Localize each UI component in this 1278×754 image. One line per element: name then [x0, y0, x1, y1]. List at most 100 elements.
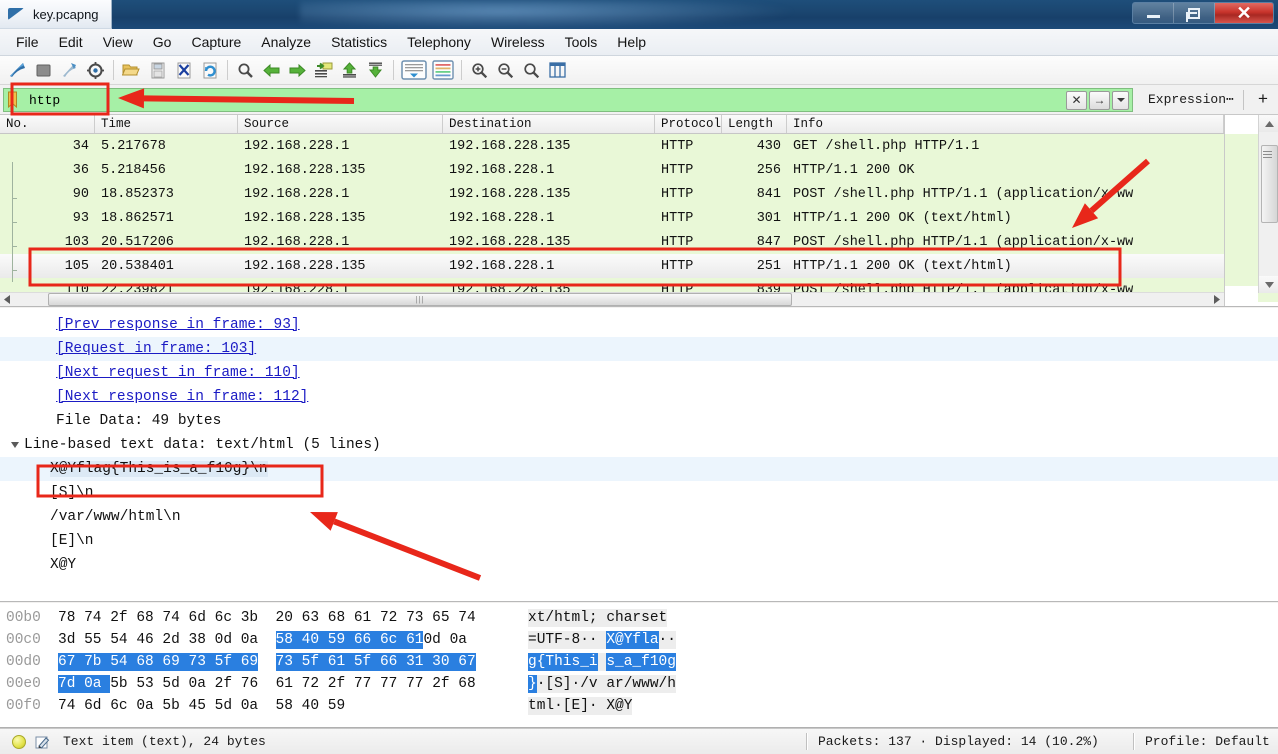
- menu-item-view[interactable]: View: [93, 31, 143, 53]
- detail-row[interactable]: [E]\n: [0, 529, 1278, 553]
- detail-row[interactable]: [S]\n: [0, 481, 1278, 505]
- scroll-down-icon[interactable]: [1259, 276, 1278, 293]
- stop-capture-icon[interactable]: [31, 58, 56, 83]
- packet-cell-time: 18.852373: [101, 186, 174, 202]
- start-capture-icon[interactable]: [5, 58, 30, 83]
- detail-row[interactable]: X@Y: [0, 553, 1278, 577]
- reload-file-icon[interactable]: [197, 58, 222, 83]
- capture-options-icon[interactable]: [83, 58, 108, 83]
- packet-row[interactable]: 90 18.852373 192.168.228.1 192.168.228.135 H…: [0, 182, 1278, 206]
- go-to-packet-icon[interactable]: [311, 58, 336, 83]
- column-header-info[interactable]: Info: [787, 115, 1224, 133]
- detail-row[interactable]: X@Yflag{This_is_a_f10g}\n: [0, 457, 1278, 481]
- display-filter-input[interactable]: [21, 89, 1066, 111]
- packet-row[interactable]: 105 20.538401 192.168.228.135 192.168.228.1…: [0, 254, 1278, 278]
- filter-expression-button[interactable]: Expression⋯: [1148, 92, 1234, 107]
- restart-capture-icon[interactable]: [57, 58, 82, 83]
- hex-row[interactable]: 00f0 74 6d 6c 0a 5b 45 5d 0a 58 40 59 tml·…: [0, 695, 1278, 717]
- add-filter-button[interactable]: +: [1258, 90, 1268, 108]
- packet-cell-protocol: HTTP: [661, 234, 694, 250]
- packet-cell-protocol: HTTP: [661, 210, 694, 226]
- hex-bytes: 78 74 2f 68 74 6d 6c 3b 20 63 68 61 72 7…: [58, 610, 528, 626]
- maximize-button[interactable]: [1174, 3, 1215, 23]
- save-file-icon[interactable]: [145, 58, 170, 83]
- packet-cell-source: 192.168.228.135: [244, 258, 366, 274]
- menu-item-go[interactable]: Go: [143, 31, 182, 53]
- hscroll-thumb[interactable]: |||: [48, 293, 792, 306]
- detail-row[interactable]: [Prev response in frame: 93]: [0, 313, 1278, 337]
- column-header-destination[interactable]: Destination: [443, 115, 655, 133]
- menu-item-capture[interactable]: Capture: [181, 31, 251, 53]
- scroll-left-icon[interactable]: [0, 293, 14, 306]
- column-header-protocol[interactable]: Protocol: [655, 115, 722, 133]
- status-bar: Text item (text), 24 bytes Packets: 137 …: [0, 728, 1278, 754]
- zoom-out-icon[interactable]: [493, 58, 518, 83]
- detail-row[interactable]: [Request in frame: 103]: [0, 337, 1278, 361]
- status-packet-counts: Packets: 137 · Displayed: 14 (10.2%): [818, 734, 1099, 749]
- detail-label: X@Yflag{This_is_a_f10g}\n: [50, 461, 268, 477]
- hex-ascii-group: xt/html;: [528, 609, 598, 627]
- go-forward-icon[interactable]: [285, 58, 310, 83]
- column-header-source[interactable]: Source: [238, 115, 443, 133]
- detail-label: File Data: 49 bytes: [56, 413, 222, 429]
- packet-cell-length: 430: [756, 138, 781, 154]
- hex-row[interactable]: 00c0 3d 55 54 46 2d 38 0d 0a 58 40 59 66 …: [0, 629, 1278, 651]
- detail-row[interactable]: /var/www/html\n: [0, 505, 1278, 529]
- go-first-packet-icon[interactable]: [337, 58, 362, 83]
- column-header-no[interactable]: No.: [0, 115, 95, 133]
- filter-buttons: ✕ →: [1066, 90, 1132, 110]
- colorize-icon[interactable]: [430, 58, 456, 83]
- column-header-length[interactable]: Length: [722, 115, 787, 133]
- menu-item-edit[interactable]: Edit: [49, 31, 93, 53]
- hex-gap: [258, 609, 275, 627]
- find-packet-icon[interactable]: [233, 58, 258, 83]
- menu-item-analyze[interactable]: Analyze: [251, 31, 321, 53]
- resize-columns-icon[interactable]: [545, 58, 570, 83]
- menu-item-help[interactable]: Help: [607, 31, 656, 53]
- expand-triangle-icon[interactable]: [11, 442, 19, 448]
- normal-size-icon[interactable]: [519, 58, 544, 83]
- open-file-icon[interactable]: [119, 58, 144, 83]
- scroll-up-icon[interactable]: [1259, 115, 1278, 132]
- filter-history-dropdown[interactable]: [1112, 90, 1129, 110]
- menu-item-telephony[interactable]: Telephony: [397, 31, 481, 53]
- packet-cell-source: 192.168.228.1: [244, 138, 350, 154]
- display-filter-input-wrap[interactable]: ✕ →: [3, 88, 1133, 112]
- column-header-time[interactable]: Time: [95, 115, 238, 133]
- vscroll-thumb[interactable]: [1261, 145, 1278, 223]
- close-button[interactable]: ✕: [1215, 3, 1273, 23]
- hscroll-track[interactable]: |||: [14, 293, 1210, 306]
- hex-row[interactable]: 00b0 78 74 2f 68 74 6d 6c 3b 20 63 68 61 …: [0, 607, 1278, 629]
- menu-item-file[interactable]: File: [6, 31, 49, 53]
- packet-row[interactable]: 93 18.862571 192.168.228.135 192.168.228.1 H…: [0, 206, 1278, 230]
- menu-item-statistics[interactable]: Statistics: [321, 31, 397, 53]
- menu-item-wireless[interactable]: Wireless: [481, 31, 555, 53]
- clear-filter-button[interactable]: ✕: [1066, 90, 1087, 110]
- status-profile-group[interactable]: Profile: Default: [1133, 733, 1270, 750]
- detail-row[interactable]: [Next request in frame: 110]: [0, 361, 1278, 385]
- menu-item-tools[interactable]: Tools: [555, 31, 608, 53]
- expert-info-bulb-icon[interactable]: [12, 734, 26, 749]
- go-back-icon[interactable]: [259, 58, 284, 83]
- packet-row[interactable]: 34 5.217678 192.168.228.1 192.168.228.135 HT…: [0, 134, 1278, 158]
- detail-row[interactable]: [Next response in frame: 112]: [0, 385, 1278, 409]
- packet-list-hscrollbar[interactable]: |||: [0, 292, 1224, 306]
- hex-byte-group: 61 72 2f 77 77 77 2f 68: [275, 676, 476, 692]
- zoom-in-icon[interactable]: [467, 58, 492, 83]
- filter-bookmark-icon[interactable]: [4, 89, 21, 111]
- hex-row[interactable]: 00d0 67 7b 54 68 69 73 5f 69 73 5f 61 5f …: [0, 651, 1278, 673]
- status-profile: Profile: Default: [1145, 734, 1270, 749]
- close-file-icon[interactable]: [171, 58, 196, 83]
- detail-row[interactable]: Line-based text data: text/html (5 lines…: [0, 433, 1278, 457]
- minimize-button[interactable]: [1133, 3, 1174, 23]
- apply-filter-button[interactable]: →: [1089, 90, 1110, 110]
- hex-row[interactable]: 00e0 7d 0a 5b 53 5d 0a 2f 76 61 72 2f 77 …: [0, 673, 1278, 695]
- packet-list-vscrollbar[interactable]: [1258, 115, 1278, 293]
- packet-row[interactable]: 103 20.517206 192.168.228.1 192.168.228.135…: [0, 230, 1278, 254]
- autoscroll-icon[interactable]: [399, 58, 429, 83]
- go-last-packet-icon[interactable]: [363, 58, 388, 83]
- scroll-right-icon[interactable]: [1210, 293, 1224, 306]
- detail-row[interactable]: File Data: 49 bytes: [0, 409, 1278, 433]
- packet-row[interactable]: 36 5.218456 192.168.228.135 192.168.228.1 HT…: [0, 158, 1278, 182]
- capture-comment-icon[interactable]: [35, 735, 50, 749]
